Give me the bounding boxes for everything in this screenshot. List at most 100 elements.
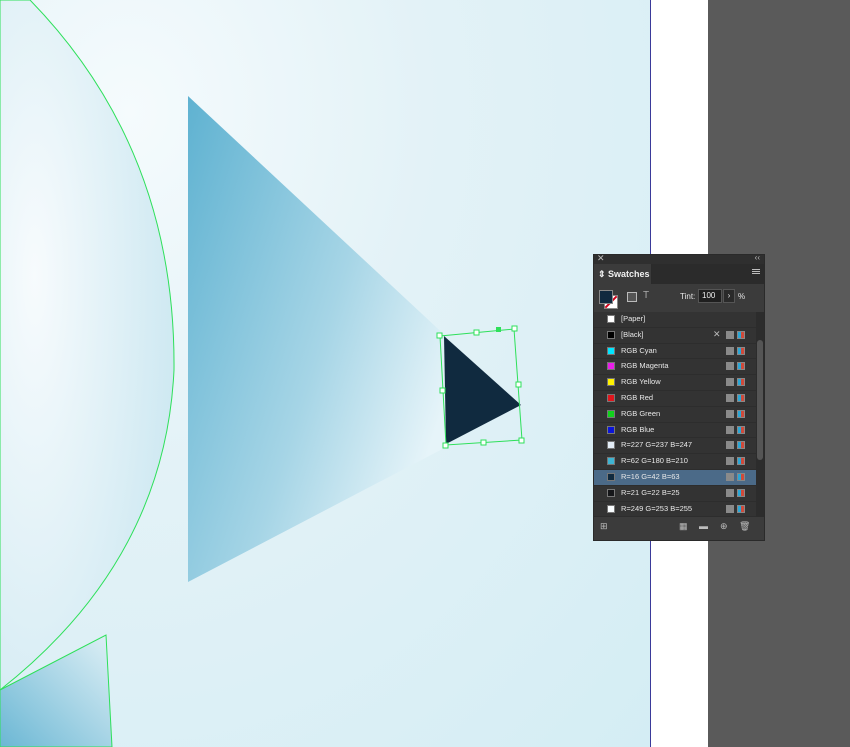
large-triangle-shape[interactable]: [188, 96, 450, 582]
swatch-name: R=227 G=237 B=247: [621, 440, 693, 450]
color-mode-icon: [737, 393, 745, 402]
tint-input[interactable]: 100: [698, 289, 722, 303]
close-icon[interactable]: ✕: [597, 253, 605, 264]
swatches-panel: ✕ ‹‹ ⇕ Swatches T Tint: 100 › % [Paper] …: [593, 253, 765, 541]
swatch-chip: [607, 330, 615, 339]
new-color-group-icon[interactable]: ▬: [699, 521, 708, 531]
swatch-row-rgb-magenta[interactable]: RGB Magenta: [594, 359, 756, 376]
process-color-icon: [726, 457, 734, 466]
swatch-row-21-22-25[interactable]: R=21 G=22 B=25: [594, 486, 756, 502]
swatch-row-rgb-cyan[interactable]: RGB Cyan: [594, 344, 756, 360]
selection-handle[interactable]: [473, 329, 480, 336]
swatch-row-16-42-63[interactable]: R=16 G=42 B=63: [594, 469, 756, 486]
color-mode-icon: [737, 441, 745, 450]
swatch-row-rgb-green[interactable]: RGB Green: [594, 407, 756, 423]
no-edit-icon: ✕: [713, 328, 721, 339]
process-color-icon: [726, 409, 734, 418]
process-color-icon: [726, 425, 734, 434]
panel-titlebar[interactable]: ✕ ‹‹: [594, 253, 764, 264]
large-circle-shape[interactable]: [0, 0, 175, 691]
swatch-list: [Paper] [Black] ✕ RGB Cyan RGB Magenta RG…: [594, 312, 756, 517]
swatch-name: [Paper]: [621, 314, 646, 323]
tint-arrow-icon[interactable]: ›: [723, 289, 735, 303]
swatch-chip: [607, 472, 615, 481]
scrollbar-thumb[interactable]: [757, 340, 763, 460]
tint-label: Tint:: [680, 292, 696, 301]
swatch-chip: [607, 393, 615, 402]
selection-handle[interactable]: [439, 387, 446, 394]
selection-handle[interactable]: [480, 439, 487, 446]
tab-swatches-label: Swatches: [608, 269, 650, 279]
swatch-name: RGB Red: [621, 392, 654, 402]
color-mode-icon: [737, 362, 745, 371]
tab-arrows-icon: ⇕: [598, 269, 609, 279]
swatch-row-paper[interactable]: [Paper]: [594, 312, 756, 328]
swatch-list-scrollbar[interactable]: [756, 312, 764, 517]
color-mode-icon: [737, 330, 745, 339]
swatch-name: R=62 G=180 B=210: [621, 456, 688, 466]
swatch-name: RGB Magenta: [621, 361, 669, 371]
swatch-row-rgb-blue[interactable]: RGB Blue: [594, 423, 756, 439]
process-color-icon: [726, 441, 734, 450]
color-mode-icon: [737, 346, 745, 355]
selection-handle[interactable]: [442, 442, 449, 449]
artwork: [0, 0, 525, 747]
swatch-row-227-237-247[interactable]: R=227 G=237 B=247: [594, 438, 756, 455]
swatch-row-black[interactable]: [Black] ✕: [594, 328, 756, 344]
new-swatch-icon[interactable]: ⊕: [720, 521, 728, 532]
panel-menu-icon[interactable]: [752, 268, 760, 276]
swatch-chip: [607, 378, 615, 387]
swatch-name: R=21 G=22 B=25: [621, 487, 680, 497]
color-mode-icon: [737, 457, 745, 466]
formatting-text-icon[interactable]: T: [643, 290, 649, 301]
collapse-icon[interactable]: ‹‹: [755, 253, 760, 262]
swatch-row-62-180-210[interactable]: R=62 G=180 B=210: [594, 454, 756, 470]
selection-handle[interactable]: [511, 325, 518, 332]
color-mode-icon: [737, 472, 745, 481]
panel-footer: ⊞ ▦ ▬ ⊕ 🗑: [594, 518, 764, 540]
selection-handle[interactable]: [515, 381, 522, 388]
content-grabber-handle[interactable]: [496, 327, 501, 332]
process-color-icon: [726, 472, 734, 481]
color-mode-icon: [737, 409, 745, 418]
process-color-icon: [726, 346, 734, 355]
process-color-icon: [726, 504, 734, 513]
swatch-name: R=249 G=253 B=255: [621, 503, 693, 513]
swatch-chip: [607, 362, 615, 371]
dark-triangle-shape[interactable]: [444, 336, 521, 444]
fill-swatch-icon[interactable]: [599, 290, 613, 304]
color-mode-icon: [737, 488, 745, 497]
swatch-name: [Black]: [621, 329, 644, 339]
swatch-row-249-253-255[interactable]: R=249 G=253 B=255: [594, 502, 756, 517]
process-color-icon: [726, 362, 734, 371]
color-mode-icon: [737, 378, 745, 387]
panel-tab-row: ⇕ Swatches: [594, 264, 764, 284]
swatch-chip: [607, 457, 615, 466]
color-mode-icon: [737, 425, 745, 434]
swatch-chip: [607, 504, 615, 513]
swatch-name: RGB Yellow: [621, 377, 661, 387]
swatch-name: R=16 G=42 B=63: [621, 471, 680, 481]
swatch-name: RGB Cyan: [621, 345, 657, 355]
swatch-row-rgb-yellow[interactable]: RGB Yellow: [594, 375, 756, 391]
swatch-chip: [607, 315, 615, 323]
selection-handle[interactable]: [518, 437, 525, 444]
process-color-icon: [726, 378, 734, 387]
process-color-icon: [726, 330, 734, 339]
process-color-icon: [726, 488, 734, 497]
formatting-container-icon[interactable]: [627, 292, 637, 302]
trash-icon[interactable]: 🗑: [739, 521, 750, 532]
tint-percent: %: [738, 292, 746, 301]
swatch-views-icon[interactable]: ▦: [679, 521, 688, 532]
tab-swatches[interactable]: ⇕ Swatches: [594, 264, 652, 284]
color-mode-icon: [737, 504, 745, 513]
swatch-row-rgb-red[interactable]: RGB Red: [594, 391, 756, 407]
process-color-icon: [726, 393, 734, 402]
swatch-name: RGB Green: [621, 408, 661, 418]
fill-stroke-controls: T Tint: 100 › %: [594, 284, 764, 310]
show-swatch-kinds-icon[interactable]: ⊞: [600, 521, 608, 532]
swatch-chip: [607, 346, 615, 355]
selection-handle[interactable]: [436, 332, 443, 339]
swatch-chip: [607, 425, 615, 434]
swatch-chip: [607, 441, 615, 450]
